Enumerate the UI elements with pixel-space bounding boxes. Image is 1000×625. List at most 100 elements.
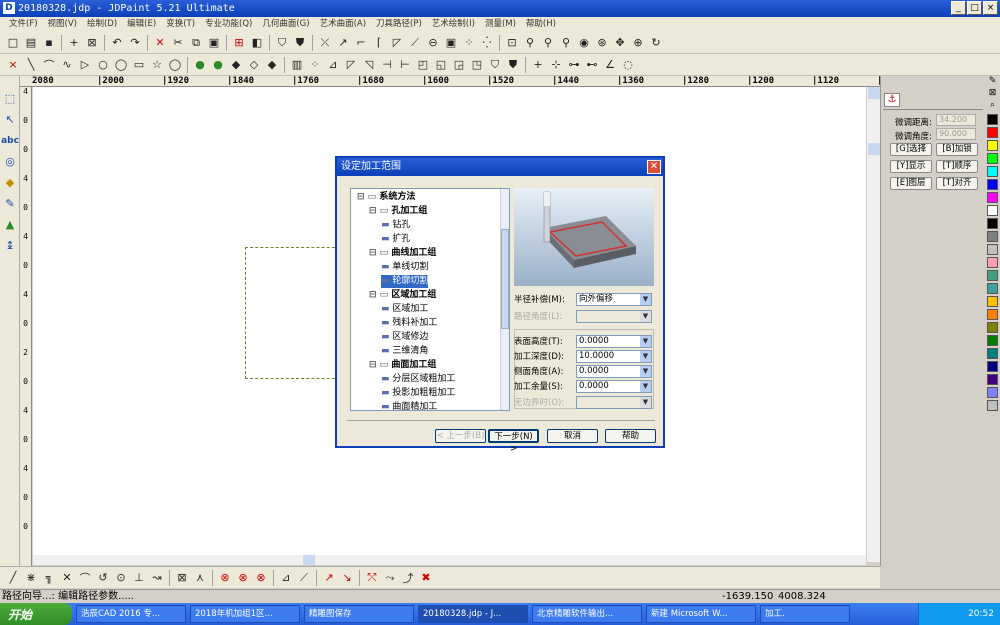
vertical-scrollbar[interactable] [866, 87, 880, 562]
link-icon[interactable]: ⊖ [424, 34, 442, 52]
menu-item-11[interactable]: 帮助(H) [521, 17, 561, 32]
menu-item-10[interactable]: 测量(M) [480, 17, 521, 32]
tree-group[interactable]: ⊟ ▭ 曲面加工组 [369, 359, 436, 372]
tree-group[interactable]: ⊟ ▭ 曲线加工组 [369, 247, 436, 260]
taskbar-item[interactable]: 20180328.jdp - J... [418, 605, 528, 623]
color-swatch[interactable] [987, 270, 998, 281]
next-button[interactable]: 下一步(N) > [488, 429, 539, 454]
shield-dark-icon[interactable]: ⛊ [291, 34, 309, 52]
tree-item[interactable]: ▬ 曲面精加工 [381, 401, 437, 410]
taskbar-item[interactable]: 加工. [760, 605, 850, 623]
crosshair-icon[interactable]: + [65, 34, 83, 52]
back-button[interactable]: < 上一步(B) [435, 429, 486, 443]
scale-icon[interactable]: ◹ [360, 56, 378, 74]
pin2-icon[interactable]: ● [209, 56, 227, 74]
snap-icon[interactable]: + [529, 56, 547, 74]
color-swatch[interactable] [987, 166, 998, 177]
rectangle-icon[interactable]: ▭ [130, 56, 148, 74]
angle-icon[interactable]: ∠ [601, 56, 619, 74]
refresh-icon[interactable]: ↻ [647, 34, 665, 52]
circle-icon[interactable]: ○ [94, 56, 112, 74]
point-icon[interactable]: × [4, 56, 22, 74]
color-swatch[interactable] [987, 140, 998, 151]
hatch-icon[interactable]: ⊿ [277, 569, 295, 587]
scroll-thumb[interactable] [868, 143, 880, 155]
new-file-icon[interactable]: □ [4, 34, 22, 52]
pin-icon[interactable]: ● [191, 56, 209, 74]
taskbar-item[interactable]: 新建 Microsoft W... [646, 605, 756, 623]
lock-button[interactable]: [B]加锁 [936, 143, 978, 156]
distribute-icon[interactable]: ⊢ [396, 56, 414, 74]
ungroup-icon[interactable]: ◱ [432, 56, 450, 74]
chevron-down-icon[interactable]: ▼ [640, 365, 651, 377]
color-swatch[interactable] [987, 387, 998, 398]
node-tool-icon[interactable]: ↖ [0, 109, 20, 130]
tree-group[interactable]: ⊟ ▭ 系统方法 [357, 191, 415, 204]
select-button[interactable]: [G]选择 [890, 143, 932, 156]
tree-item[interactable]: ▬ 残料补加工 [381, 317, 437, 330]
chevron-down-icon[interactable]: ▼ [640, 293, 651, 305]
pan-icon[interactable]: ✥ [611, 34, 629, 52]
color-swatch[interactable] [987, 309, 998, 320]
array-icon[interactable]: ⁘ [306, 56, 324, 74]
color-swatch[interactable] [987, 374, 998, 385]
tree-item[interactable]: ▬ 轮廓切割 [381, 275, 429, 288]
cross-icon[interactable]: ✕ [58, 569, 76, 587]
display-button[interactable]: [Y]显示 [890, 160, 932, 173]
measure-tool-icon[interactable]: ↨ [0, 235, 20, 256]
tool-path3-icon[interactable]: ⤴ [399, 569, 417, 587]
color-swatch[interactable] [987, 205, 998, 216]
rotate-icon[interactable]: ◸ [342, 56, 360, 74]
angle-snap-icon[interactable]: ⋏ [191, 569, 209, 587]
color-swatch[interactable] [987, 283, 998, 294]
zoom-previous-icon[interactable]: ⚲ [557, 34, 575, 52]
menu-item-8[interactable]: 刀具路径(P) [371, 17, 427, 32]
chevron-down-icon[interactable]: ▼ [640, 380, 651, 392]
tree-scroll-thumb[interactable] [501, 229, 509, 329]
arc-icon[interactable]: ⌒ [40, 56, 58, 74]
tree-item[interactable]: ▬ 扩孔 [381, 233, 410, 246]
taskbar-item[interactable]: 精雕图保存 [304, 605, 414, 623]
star-icon[interactable]: ☆ [148, 56, 166, 74]
taskbar-item[interactable]: 2018年机加组1区... [190, 605, 300, 623]
knife-icon[interactable]: ⟋ [295, 569, 313, 587]
menu-item-0[interactable]: 文件(F) [4, 17, 43, 32]
round-icon[interactable]: ◯ [166, 56, 184, 74]
close-button[interactable]: × [983, 1, 998, 15]
chevron-down-icon[interactable]: ▼ [640, 335, 651, 347]
open-folder-icon[interactable]: ▤ [22, 34, 40, 52]
shape-tool-icon[interactable]: ◎ [0, 151, 20, 172]
app-icon[interactable]: D [3, 2, 15, 14]
save-icon[interactable]: ▪ [40, 34, 58, 52]
nodes-icon[interactable]: ⁘ [460, 34, 478, 52]
no-boundary-select[interactable]: ▼ [576, 395, 652, 409]
chevron-down-icon[interactable]: ▼ [640, 396, 651, 408]
color-swatch[interactable] [987, 114, 998, 125]
tree-group[interactable]: ⊟ ▭ 孔加工组 [369, 205, 427, 218]
surface-height-field[interactable]: 0.0000 ▼ [576, 334, 652, 348]
paste-icon[interactable]: ▣ [205, 34, 223, 52]
depth-field[interactable]: 10.0000 ▼ [576, 349, 652, 363]
color-swatch[interactable] [987, 218, 998, 229]
tree-item[interactable]: ▬ 区域修边 [381, 331, 428, 344]
horizontal-scrollbar[interactable] [33, 555, 866, 565]
corner-icon[interactable]: ⌐ [352, 34, 370, 52]
cancel-button[interactable]: 取消 [547, 429, 598, 443]
tree-item[interactable]: ▬ 投影加粗粗加工 [381, 387, 455, 400]
node-add-icon[interactable]: ⊗ [216, 569, 234, 587]
snap-edge-icon[interactable]: ⊷ [583, 56, 601, 74]
dropper-icon[interactable]: ⌕ [985, 100, 1000, 112]
fine-distance-field[interactable]: 34.200 [936, 114, 976, 126]
brush-icon[interactable]: ◆ [227, 56, 245, 74]
order-button[interactable]: [T]顺序 [936, 160, 978, 173]
zoom-icon[interactable]: ⚲ [521, 34, 539, 52]
color-swatch[interactable] [987, 192, 998, 203]
fill-icon[interactable]: ◆ [263, 56, 281, 74]
path-angle-select[interactable]: ▼ [576, 309, 652, 323]
layer-icon[interactable]: ◧ [248, 34, 266, 52]
tree-item[interactable]: ▬ 三维清角 [381, 345, 428, 358]
radius-comp-select[interactable]: 向外偏移 ▼ [576, 292, 652, 306]
dialog-close-button[interactable]: ✕ [647, 160, 661, 174]
side-angle-field[interactable]: 0.0000 ▼ [576, 364, 652, 378]
lasso-icon[interactable]: ◌ [619, 56, 637, 74]
